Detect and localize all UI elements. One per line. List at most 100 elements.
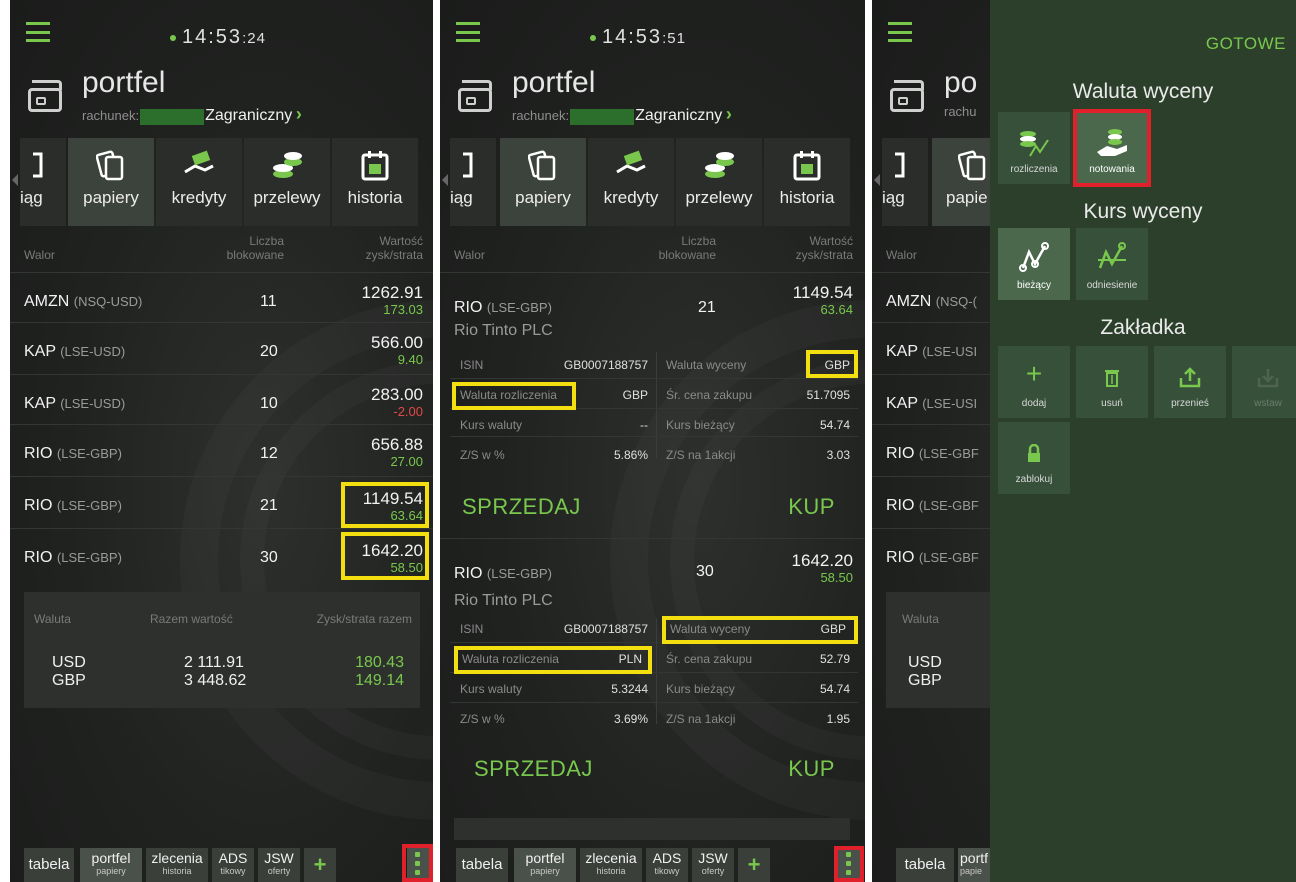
statement-icon (33, 152, 43, 178)
reference-chart-icon (1098, 242, 1126, 269)
nav-item-papiery[interactable]: papie (932, 138, 990, 226)
buy-button[interactable]: KUP (788, 756, 835, 782)
section-nav: iąg papiery kredyty przelewy historia (10, 138, 433, 226)
top-bar: 14:53:24 (10, 0, 433, 62)
nav-item-przelewy[interactable]: przelewy (676, 138, 762, 226)
tab-zlecenia[interactable]: zlecenia historia (146, 848, 208, 882)
panel-portfolio-list: 14:53:24 portfel rachunek: Zagraniczny › … (10, 0, 433, 882)
nav-item-kredyty[interactable]: kredyty (588, 138, 674, 226)
table-row[interactable]: RIO (LSE-GBP) 12 656.88 27.00 (10, 424, 433, 482)
tab-jsw[interactable]: JSW oferty (258, 848, 300, 882)
biezacy-button[interactable]: bieżący (998, 228, 1070, 300)
nav-item-wyciag[interactable]: iąg (20, 138, 66, 226)
add-bookmark-button[interactable]: + dodaj (998, 346, 1070, 418)
tab-portfel[interactable]: portfel papiery (80, 848, 142, 882)
add-tab-button[interactable]: + (738, 848, 770, 882)
clock: 14:53:24 (170, 26, 266, 49)
hamburger-menu-icon[interactable] (456, 22, 480, 42)
table-row[interactable]: KAP (LSE-USD) 20 566.00 9.40 (10, 322, 433, 380)
coins-chart-icon (1020, 131, 1049, 157)
statement-icon (463, 152, 473, 178)
highlight-box (402, 844, 433, 882)
tab-tabela[interactable]: tabela (456, 848, 508, 882)
rozliczenia-button[interactable]: rozliczenia (998, 112, 1070, 184)
delete-bookmark-button[interactable]: usuń (1076, 346, 1148, 418)
wallet-icon (454, 78, 494, 112)
highlight-box (341, 482, 429, 528)
bottom-tab-bar: tabela portfel papiery zlecenia historia A… (440, 838, 865, 882)
coins-stack-icon (273, 152, 302, 178)
add-tab-button[interactable]: + (304, 848, 336, 882)
nav-item-wyciag[interactable]: iąg (450, 138, 496, 226)
odniesienie-button[interactable]: odniesienie (1076, 228, 1148, 300)
documents-icon (957, 150, 985, 181)
table-header: Walor Liczba blokowane Wartość zysk/strata (24, 234, 423, 262)
status-dot-icon (170, 34, 176, 41)
wallet-icon (24, 78, 64, 112)
coins-stack-icon (705, 152, 734, 178)
wallet-icon (886, 78, 926, 112)
tab-jsw[interactable]: JSW oferty (692, 848, 734, 882)
documents-icon (96, 150, 124, 181)
highlight-box (834, 846, 864, 882)
done-button[interactable]: GOTOWE (1206, 34, 1286, 54)
nav-item-papiery[interactable]: papiery (500, 138, 586, 226)
page-title: po (944, 66, 978, 99)
upload-icon (1179, 367, 1201, 388)
panel-position-details: 14:53:51 portfel rachunek: Zagraniczny › … (440, 0, 865, 882)
insert-bookmark-button[interactable]: wstaw (1232, 346, 1296, 418)
calendar-icon (361, 151, 389, 181)
tab-zlecenia[interactable]: zlecenia historia (580, 848, 642, 882)
table-row[interactable]: RIO (LSE-GBP) 30 1642.20 58.50 (440, 538, 865, 596)
tab-tabela[interactable]: tabela (896, 848, 954, 882)
highlight-box (662, 616, 858, 644)
sell-button[interactable]: SPRZEDAJ (474, 756, 593, 782)
section-title: Kurs wyceny (1083, 200, 1203, 223)
top-bar: 14:53:51 (440, 0, 865, 62)
buy-button[interactable]: KUP (788, 494, 835, 520)
move-bookmark-button[interactable]: przenieś (1154, 346, 1226, 418)
account-selector[interactable]: rachunek: Zagraniczny › (82, 104, 302, 125)
clock: 14:53:51 (590, 26, 686, 49)
hamburger-menu-icon[interactable] (888, 22, 912, 42)
calendar-icon (793, 151, 821, 181)
display-options-sheet: GOTOWE Waluta wyceny rozliczenia notowan… (990, 0, 1296, 882)
highlight-box (806, 350, 858, 378)
nav-item-wyciag[interactable]: iąg (882, 138, 928, 226)
bottom-tab-bar: tabela portfel papiery zlecenia historia A… (10, 838, 433, 882)
highlight-box (341, 532, 429, 580)
hamburger-menu-icon[interactable] (26, 22, 50, 42)
chevron-right-icon: › (295, 104, 302, 124)
tab-ads[interactable]: ADS tikowy (212, 848, 254, 882)
section-nav: iąg papiery kredyty przelewy historia (440, 138, 865, 226)
status-dot-icon (590, 34, 596, 41)
nav-item-kredyty[interactable]: kredyty (156, 138, 242, 226)
chevron-right-icon: › (725, 104, 732, 124)
summary-panel (454, 818, 850, 840)
lock-bookmark-button[interactable]: zablokuj (998, 422, 1070, 494)
nav-item-historia[interactable]: historia (764, 138, 850, 226)
highlight-box (1073, 109, 1151, 187)
section-title: Waluta wyceny (1072, 80, 1214, 103)
page-title: portfel (82, 66, 166, 99)
masked-account-number (140, 108, 205, 125)
statement-icon (895, 152, 905, 178)
highlight-box (454, 646, 652, 674)
account-selector[interactable]: rachu (944, 104, 977, 119)
plus-icon: + (1025, 358, 1043, 389)
tab-ads[interactable]: ADS tikowy (646, 848, 688, 882)
account-selector[interactable]: rachunek: Zagraniczny › (512, 104, 732, 125)
trash-icon (1105, 370, 1119, 387)
nav-item-przelewy[interactable]: przelewy (244, 138, 330, 226)
lock-icon (1028, 444, 1040, 462)
line-chart-icon (1019, 242, 1049, 272)
page-title: portfel (512, 66, 596, 99)
highlight-box (452, 382, 576, 410)
tab-tabela[interactable]: tabela (24, 848, 74, 882)
panel-options-overlay: po rachu iąg papie Walor AMZN (NSQ-( KAP… (872, 0, 1296, 882)
tab-portfel[interactable]: portfel papiery (514, 848, 576, 882)
documents-icon (528, 150, 556, 181)
sell-button[interactable]: SPRZEDAJ (462, 494, 581, 520)
nav-item-papiery[interactable]: papiery (68, 138, 154, 226)
nav-item-historia[interactable]: historia (332, 138, 418, 226)
